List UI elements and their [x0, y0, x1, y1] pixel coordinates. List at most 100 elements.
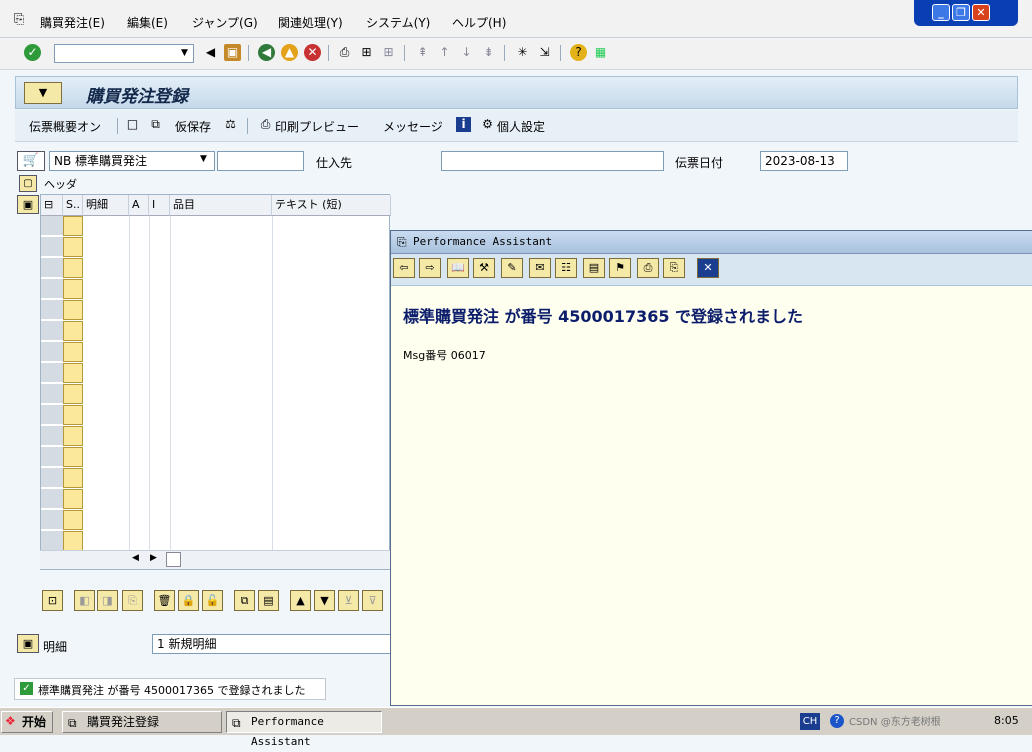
info-icon[interactable]: i	[456, 117, 471, 132]
print-preview-button[interactable]: 印刷プレビュー	[275, 118, 359, 135]
row-selector[interactable]	[41, 426, 63, 446]
messages-button[interactable]: メッセージ	[383, 118, 443, 135]
menu-jump[interactable]: ジャンプ(G)	[192, 14, 258, 31]
prev-page-icon[interactable]: ↑	[436, 44, 453, 61]
minimize-button[interactable]: _	[932, 4, 950, 21]
row-selector[interactable]	[41, 468, 63, 488]
table-row-status-cell[interactable]	[63, 237, 83, 257]
select-all-icon[interactable]: ⊟	[41, 195, 63, 216]
table-row-status-cell[interactable]	[63, 321, 83, 341]
lock-icon[interactable]: 🔒	[178, 590, 199, 611]
other-document-icon[interactable]: ⧉	[148, 117, 163, 132]
table-row-status-cell[interactable]	[63, 258, 83, 278]
table-row-status-cell[interactable]	[63, 363, 83, 383]
new-session-icon[interactable]: ✳	[514, 44, 531, 61]
book-icon[interactable]: 📖	[447, 258, 469, 278]
col-acct[interactable]: A	[129, 195, 149, 216]
table-row-status-cell[interactable]	[63, 426, 83, 446]
item-detail-select[interactable]: 1 新規明細	[152, 634, 392, 654]
menu-edit[interactable]: 編集(E)	[127, 14, 168, 31]
menu-help[interactable]: ヘルプ(H)	[452, 14, 506, 31]
menu-system[interactable]: システム(Y)	[366, 14, 430, 31]
sort-descending-icon[interactable]: ▼	[314, 590, 335, 611]
new-document-icon[interactable]: □	[125, 117, 140, 132]
save-icon[interactable]: ▣	[224, 44, 241, 61]
col-short-text[interactable]: テキスト (短)	[272, 195, 391, 216]
pa-title-bar[interactable]: ⎘ Performance Assistant	[391, 231, 1032, 254]
cart-icon[interactable]: 🛒	[17, 151, 45, 171]
document-type-extra-field[interactable]	[217, 151, 304, 171]
sort-ascending-icon[interactable]: ▲	[290, 590, 311, 611]
table-row-status-cell[interactable]	[63, 510, 83, 530]
find-next-icon[interactable]: ⊞	[380, 44, 397, 61]
document-date-field[interactable]: 2023-08-13	[760, 151, 848, 171]
col-item-cat[interactable]: I	[149, 195, 170, 216]
task-purchase-order[interactable]: 購買発注登録	[62, 711, 222, 733]
unlock-icon[interactable]: 🔓	[202, 590, 223, 611]
app-menu-icon[interactable]: ⎘	[14, 12, 24, 27]
back-arrow-icon[interactable]: ⇦	[393, 258, 415, 278]
document-type-select[interactable]: NB 標準購買発注	[49, 151, 215, 171]
delete-icon[interactable]: 🗑	[154, 590, 175, 611]
collapse-items-icon[interactable]: ▣	[17, 195, 39, 214]
document-icon[interactable]: ▤	[583, 258, 605, 278]
exit-icon[interactable]: ▲	[281, 44, 298, 61]
row-selector[interactable]	[41, 363, 63, 383]
expand-left-icon[interactable]: ◀	[202, 44, 219, 61]
find-icon[interactable]: ⊞	[358, 44, 375, 61]
personal-settings-icon[interactable]: ⚙	[480, 117, 495, 132]
services-for-object-button[interactable]: ▼	[24, 82, 62, 104]
enter-check-icon[interactable]: ✓	[24, 44, 41, 61]
command-field[interactable]: ▼	[54, 44, 194, 63]
table-row-status-cell[interactable]	[63, 489, 83, 509]
print-icon[interactable]: ⎙	[336, 44, 353, 61]
row-selector[interactable]	[41, 237, 63, 257]
copy-icon[interactable]: ⧉	[234, 590, 255, 611]
forward-arrow-icon[interactable]: ⇨	[419, 258, 441, 278]
prev-item-icon[interactable]: ◧	[74, 590, 95, 611]
menu-environment[interactable]: 関連処理(Y)	[278, 14, 343, 31]
row-selector[interactable]	[41, 258, 63, 278]
row-selector[interactable]	[41, 510, 63, 530]
chevron-down-icon[interactable]: ▼	[200, 154, 207, 164]
row-selector[interactable]	[41, 300, 63, 320]
col-status[interactable]: S..	[63, 195, 83, 216]
help-icon[interactable]: ?	[830, 714, 844, 728]
table-row-status-cell[interactable]	[63, 468, 83, 488]
copy-item-icon[interactable]: ⎘	[122, 590, 143, 611]
next-item-icon[interactable]: ◨	[97, 590, 118, 611]
chevron-down-icon[interactable]: ▼	[176, 45, 193, 62]
close-button[interactable]: ✕	[972, 4, 990, 21]
check-icon[interactable]: ⚖	[223, 117, 238, 132]
row-selector[interactable]	[41, 405, 63, 425]
glossary-icon[interactable]: ☷	[555, 258, 577, 278]
expand-header-icon[interactable]: ▢	[19, 175, 37, 192]
menu-purchase-order[interactable]: 購買発注(E)	[40, 14, 105, 31]
status-bar[interactable]: ✓ 標準購買発注 が番号 4500017365 で登録されました	[14, 678, 326, 700]
personal-settings-button[interactable]: 個人設定	[497, 118, 545, 135]
table-row-status-cell[interactable]	[63, 216, 83, 236]
hold-button[interactable]: 仮保存	[175, 118, 211, 135]
layout-menu-icon[interactable]: ▦	[592, 44, 609, 61]
row-selector[interactable]	[41, 447, 63, 467]
col-item[interactable]: 明細	[83, 195, 129, 216]
filter-icon[interactable]: ⊻	[338, 590, 359, 611]
back-icon[interactable]: ◀	[258, 44, 275, 61]
close-icon[interactable]: ✕	[697, 258, 719, 278]
table-row-status-cell[interactable]	[63, 405, 83, 425]
next-page-icon[interactable]: ↓	[458, 44, 475, 61]
select-all-rows-icon[interactable]: ▤	[258, 590, 279, 611]
shortcut-icon[interactable]: ⇲	[536, 44, 553, 61]
table-row-status-cell[interactable]	[63, 447, 83, 467]
last-page-icon[interactable]: ⇟	[480, 44, 497, 61]
table-row-status-cell[interactable]	[63, 531, 83, 551]
table-row-status-cell[interactable]	[63, 384, 83, 404]
row-selector[interactable]	[41, 279, 63, 299]
row-selector[interactable]	[41, 321, 63, 341]
horizontal-scrollbar[interactable]: ◀ ▶	[40, 550, 390, 569]
cancel-icon[interactable]: ✕	[304, 44, 321, 61]
flag-icon[interactable]: ⚑	[609, 258, 631, 278]
help-icon[interactable]: ?	[570, 44, 587, 61]
document-overview-button[interactable]: 伝票概要オン	[29, 118, 101, 135]
filter-off-icon[interactable]: ⊽	[362, 590, 383, 611]
